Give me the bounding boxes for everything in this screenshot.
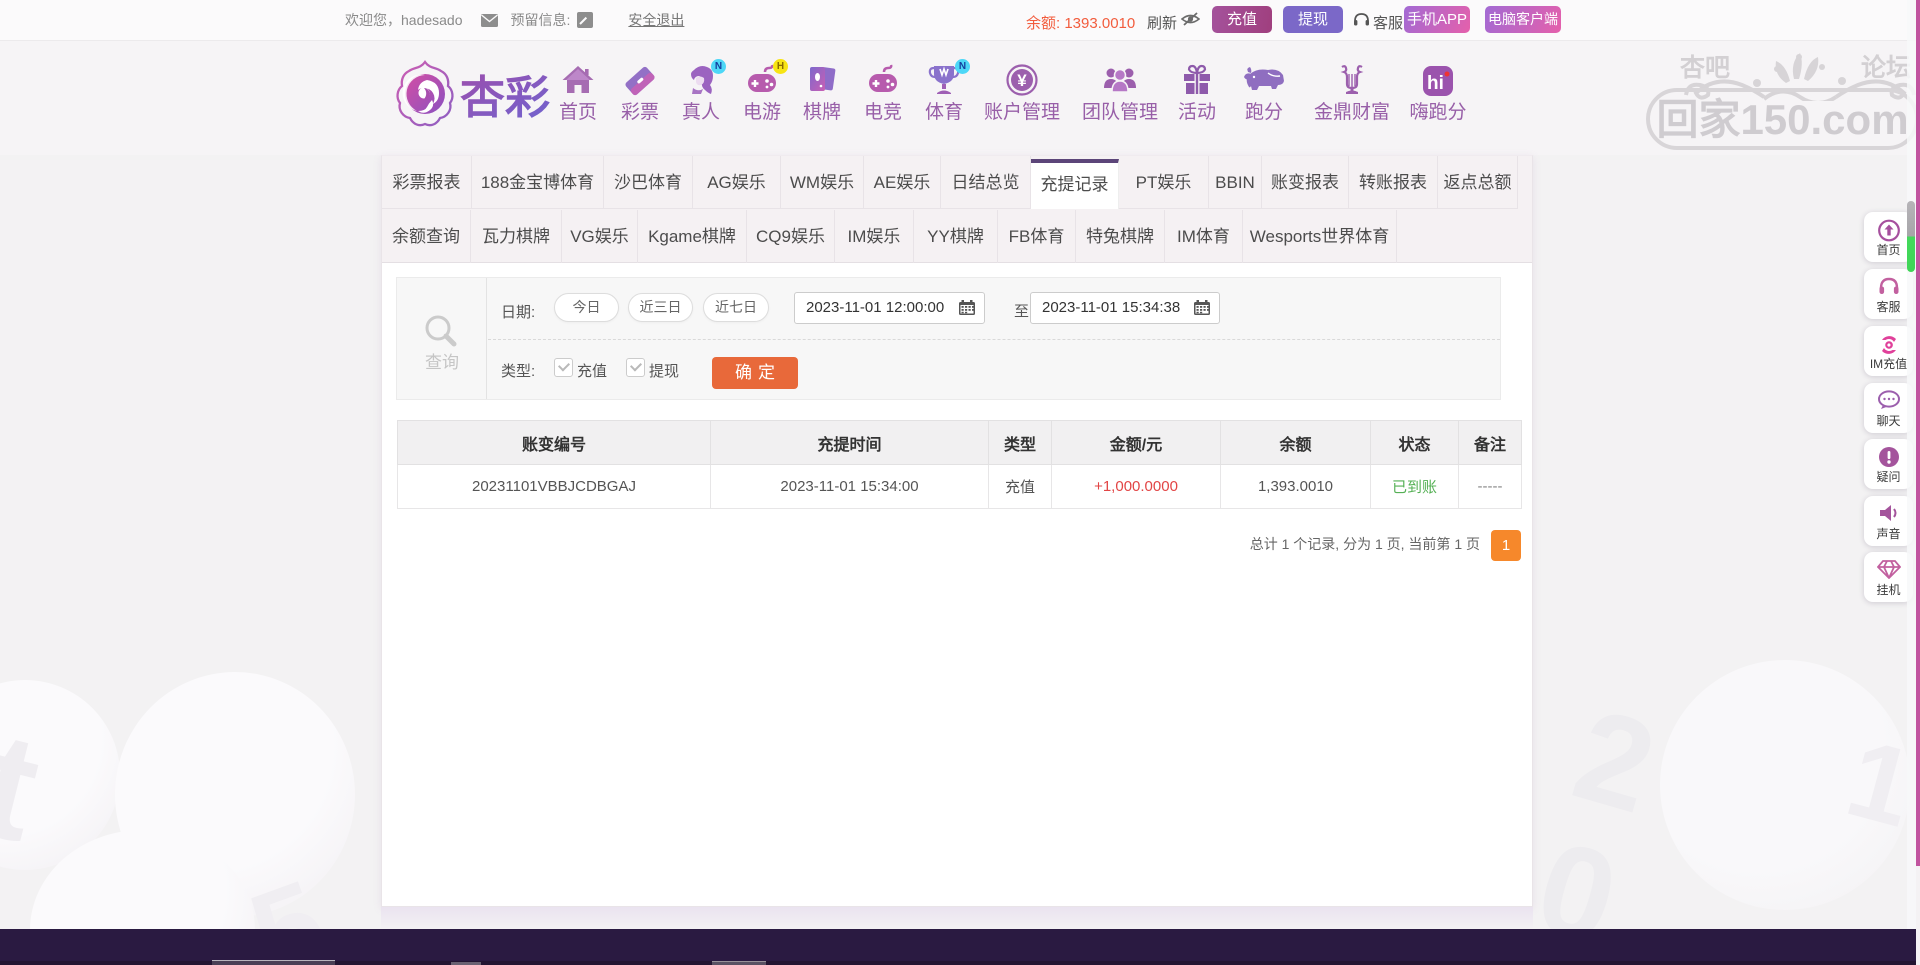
svg-text:hi: hi	[1427, 73, 1444, 94]
svg-text:¥: ¥	[1017, 71, 1027, 90]
